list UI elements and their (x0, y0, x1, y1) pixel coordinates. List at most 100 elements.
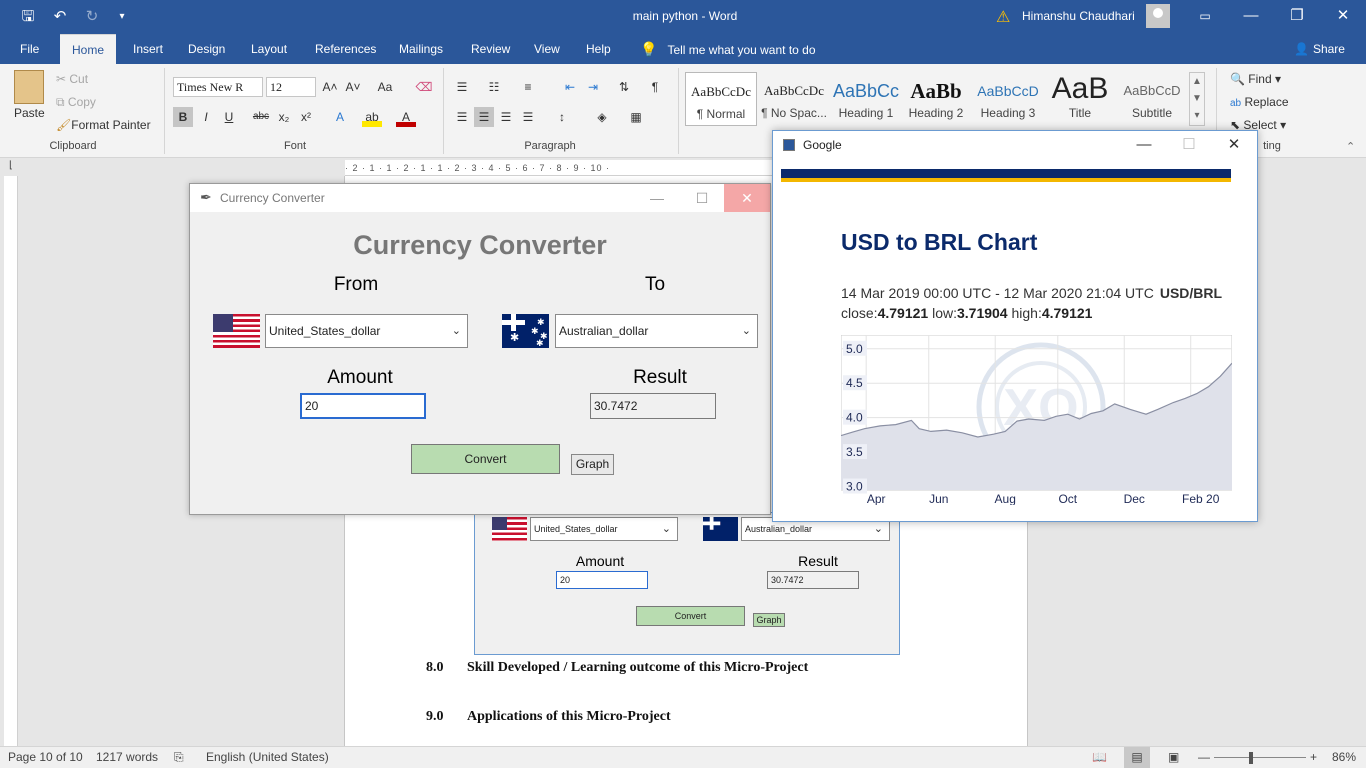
minimize-icon[interactable]: — (1228, 0, 1274, 34)
numbering-icon[interactable]: ☷ (484, 77, 504, 97)
style-normal[interactable]: AaBbCcDc ¶ Normal (685, 72, 757, 126)
tab-mailings[interactable]: Mailings (391, 34, 451, 64)
page-count[interactable]: Page 10 of 10 (8, 750, 83, 764)
from-currency-select[interactable]: United_States_dollar ⌄ (265, 314, 468, 348)
zoom-out-icon[interactable]: — (1198, 750, 1210, 764)
font-name-dropdown[interactable]: Times New R (173, 77, 263, 97)
underline-button[interactable]: U (219, 107, 239, 127)
save-icon[interactable]: 🖫 (18, 7, 38, 27)
tab-insert[interactable]: Insert (125, 34, 171, 64)
font-color-icon[interactable]: A (396, 107, 416, 127)
redo-icon[interactable]: ↻ (82, 7, 102, 27)
align-left-icon[interactable]: ☰ (452, 107, 472, 127)
search-icon: 🔍 (1230, 72, 1245, 86)
bold-button[interactable]: B (173, 107, 193, 127)
bullets-icon[interactable]: ☰ (452, 77, 472, 97)
share-button[interactable]: 👤 Share (1294, 34, 1345, 64)
subscript-button[interactable]: x₂ (274, 107, 294, 127)
italic-button[interactable]: I (196, 107, 216, 127)
clipboard-group-label: Clipboard (49, 140, 97, 152)
style-heading-3[interactable]: AaBbCcD Heading 3 (972, 72, 1044, 126)
paste-icon[interactable] (14, 70, 44, 104)
maximize-icon[interactable]: ☐ (1166, 131, 1212, 159)
sort-icon[interactable]: ⇅ (614, 77, 634, 97)
print-layout-icon[interactable]: ▤ (1124, 747, 1150, 768)
close-icon[interactable]: ✕ (1211, 131, 1257, 159)
result-field[interactable]: 30.7472 (590, 393, 716, 419)
replace-button[interactable]: ab Replace (1230, 95, 1289, 109)
style-subtitle[interactable]: AaBbCcD Subtitle (1116, 72, 1188, 126)
proofing-icon[interactable]: ⎘ (174, 750, 184, 765)
tab-file[interactable]: File (12, 34, 47, 64)
highlight-icon[interactable]: ab (362, 107, 382, 127)
tab-help[interactable]: Help (578, 34, 619, 64)
line-spacing-icon[interactable]: ↕ (552, 107, 572, 127)
tab-view[interactable]: View (526, 34, 568, 64)
justify-icon[interactable]: ☰ (518, 107, 538, 127)
cut-button[interactable]: ✂ Cut (56, 72, 88, 86)
embedded-screenshot[interactable]: United_States_dollar ⌄ Australian_dollar ⌄… (474, 512, 900, 655)
tab-design[interactable]: Design (180, 34, 233, 64)
collapse-ribbon-icon[interactable]: ⌃ (1346, 140, 1355, 153)
tell-me-search[interactable]: 💡 Tell me what you want to do (640, 34, 816, 64)
text-effects-icon[interactable]: A (330, 107, 350, 127)
align-right-icon[interactable]: ☰ (496, 107, 516, 127)
graph-button[interactable]: Graph (571, 454, 614, 475)
grow-font-button[interactable]: A˄ (320, 77, 340, 97)
align-center-icon[interactable]: ☰ (474, 107, 494, 127)
user-name[interactable]: Himanshu Chaudhari (1022, 9, 1135, 23)
styles-scroll[interactable]: ▲ ▼ ▾ (1189, 72, 1205, 126)
word-count[interactable]: 1217 words (96, 750, 158, 764)
zoom-slider[interactable] (1214, 757, 1306, 758)
customize-toolbar-icon[interactable]: ▾ (112, 7, 132, 27)
undo-icon[interactable]: ↶ (50, 7, 70, 27)
zoom-slider-thumb[interactable] (1249, 752, 1253, 764)
tab-review[interactable]: Review (463, 34, 518, 64)
restore-icon[interactable]: ❐ (1274, 0, 1320, 34)
close-icon[interactable]: ✕ (724, 184, 770, 212)
strikethrough-button[interactable]: abc (251, 107, 271, 127)
style-heading-2[interactable]: AaBb Heading 2 (900, 72, 972, 126)
shading-icon[interactable]: ◈ (592, 107, 612, 127)
borders-icon[interactable]: ▦ (626, 107, 646, 127)
zoom-level[interactable]: 86% (1332, 750, 1356, 764)
warning-icon[interactable]: ⚠ (996, 7, 1010, 27)
horizontal-ruler[interactable]: · 2 · 1 · 1 · 2 · 1 · 1 · 2 · 3 · 4 · 5 … (345, 160, 780, 176)
superscript-button[interactable]: x² (296, 107, 316, 127)
ribbon-divider (164, 68, 165, 154)
minimize-icon[interactable]: — (1121, 131, 1167, 159)
maximize-icon[interactable]: ☐ (679, 184, 725, 212)
decrease-indent-icon[interactable]: ⇤ (560, 77, 580, 97)
multilevel-list-icon[interactable]: ≡ (518, 77, 538, 97)
close-icon[interactable]: ✕ (1320, 0, 1366, 34)
language[interactable]: English (United States) (206, 750, 329, 764)
style-no-spacing[interactable]: AaBbCcDc ¶ No Spac... (758, 72, 830, 126)
to-currency-select[interactable]: Australian_dollar ⌄ (555, 314, 758, 348)
style-title[interactable]: AaB Title (1044, 72, 1116, 126)
shrink-font-button[interactable]: A˅ (343, 77, 363, 97)
amount-field[interactable]: 20 (300, 393, 426, 419)
ribbon-display-icon[interactable]: ▭ (1182, 0, 1228, 34)
convert-button[interactable]: Convert (411, 444, 560, 474)
format-painter-button[interactable]: 🖌Format Painter (56, 118, 151, 132)
change-case-button[interactable]: Aa (372, 77, 398, 97)
usd-brl-chart[interactable]: XO 5.04.54.03.53.0 Apr Jun Aug Oct Dec Feb 20 (841, 335, 1232, 505)
zoom-in-icon[interactable]: + (1310, 750, 1317, 764)
clear-formatting-icon[interactable]: ⌫ (414, 77, 434, 97)
vertical-ruler[interactable] (4, 176, 18, 746)
style-heading-1[interactable]: AaBbCc Heading 1 (830, 72, 902, 126)
find-button[interactable]: 🔍 Find ▾ (1230, 72, 1281, 86)
tab-layout[interactable]: Layout (243, 34, 295, 64)
web-layout-icon[interactable]: ▣ (1168, 750, 1179, 764)
pilcrow-icon[interactable]: ¶ (645, 77, 665, 97)
tab-selector-icon[interactable]: ⌊ (4, 160, 18, 176)
paste-button[interactable]: Paste (14, 106, 45, 120)
font-size-dropdown[interactable]: 12 (266, 77, 316, 97)
avatar[interactable] (1146, 4, 1170, 28)
read-mode-icon[interactable]: 📖 (1092, 750, 1107, 764)
increase-indent-icon[interactable]: ⇥ (583, 77, 603, 97)
copy-button[interactable]: ⧉ Copy (56, 95, 96, 110)
minimize-icon[interactable]: — (634, 184, 680, 212)
tab-home[interactable]: Home (60, 34, 117, 64)
tab-references[interactable]: References (307, 34, 384, 64)
